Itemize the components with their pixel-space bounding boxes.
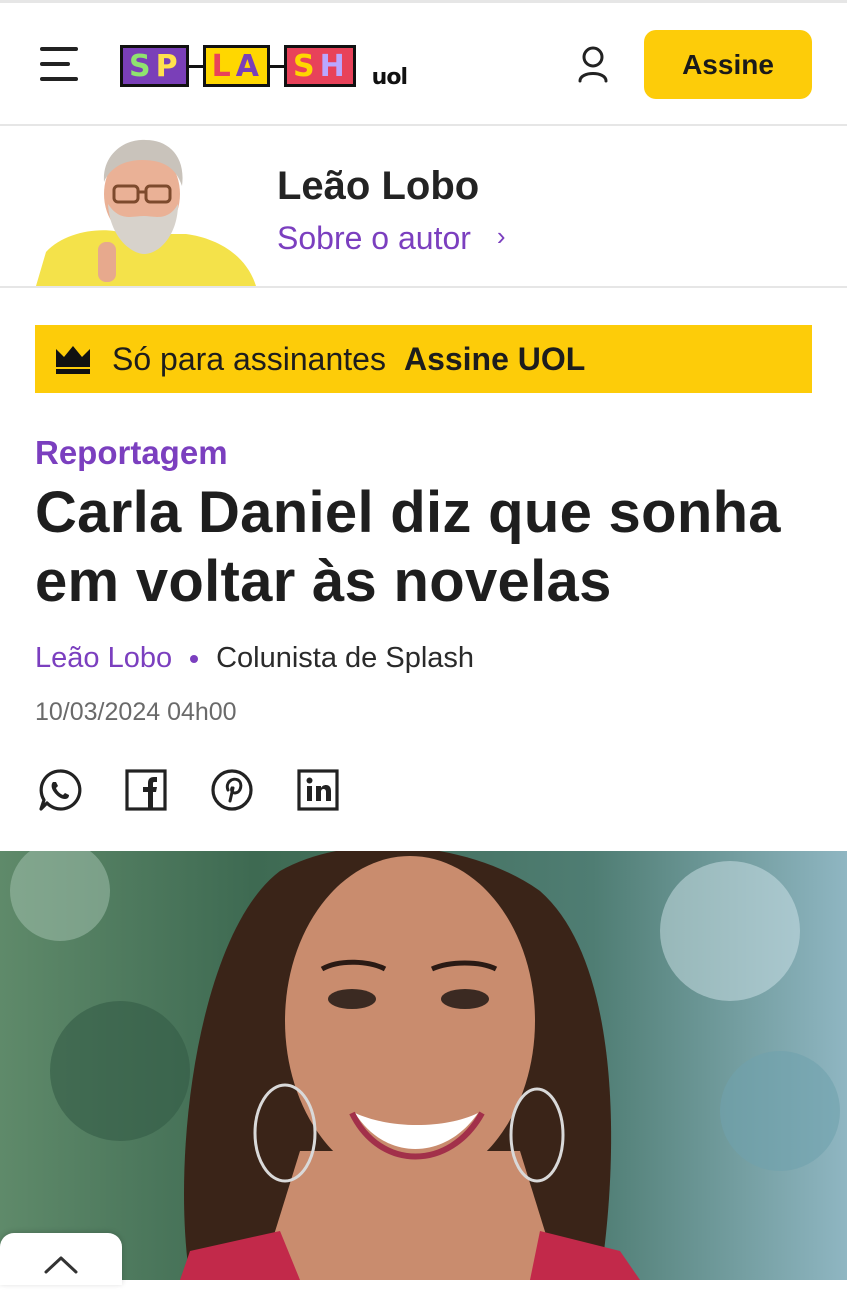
author-block: Leão Lobo Sobre o autor ›	[0, 126, 847, 288]
splash-uol-logo[interactable]: SP LA SH uol	[120, 42, 408, 90]
share-bar	[38, 768, 340, 812]
byline-separator	[190, 654, 199, 663]
article-hero-image	[0, 851, 847, 1280]
subscriber-only-banner[interactable]: Só para assinantes Assine UOL	[35, 325, 812, 393]
scroll-top-button[interactable]	[0, 1233, 122, 1285]
author-avatar	[36, 134, 256, 286]
whatsapp-icon[interactable]	[38, 768, 82, 812]
logo-block-yellow: LA	[202, 45, 270, 87]
user-icon[interactable]	[575, 45, 611, 85]
site-header: SP LA SH uol Assine	[0, 3, 847, 126]
author-name: Leão Lobo	[277, 164, 480, 208]
linkedin-icon[interactable]	[296, 768, 340, 812]
facebook-icon[interactable]	[124, 768, 168, 812]
subscribe-button[interactable]: Assine	[644, 30, 812, 99]
article-kicker[interactable]: Reportagem	[35, 434, 228, 472]
subscribe-uol-link[interactable]: Assine UOL	[404, 341, 585, 378]
logo-block-purple: SP	[120, 45, 189, 87]
byline: Leão Lobo Colunista de Splash	[35, 642, 474, 675]
logo-block-red: SH	[283, 45, 356, 87]
byline-author-link[interactable]: Leão Lobo	[35, 642, 172, 675]
uol-wordmark: uol	[371, 64, 408, 90]
publish-date: 10/03/2024 04h00	[35, 698, 237, 726]
chevron-up-icon	[44, 1256, 78, 1274]
article-title: Carla Daniel diz que sonha em voltar às …	[35, 480, 781, 614]
hamburger-menu-icon[interactable]	[36, 43, 82, 85]
about-author-link[interactable]: Sobre o autor ›	[277, 220, 506, 257]
pinterest-icon[interactable]	[210, 768, 254, 812]
subscriber-only-text: Só para assinantes	[112, 340, 386, 377]
crown-icon	[56, 346, 90, 374]
chevron-right-icon: ›	[496, 221, 506, 251]
byline-role: Colunista de Splash	[216, 642, 475, 674]
